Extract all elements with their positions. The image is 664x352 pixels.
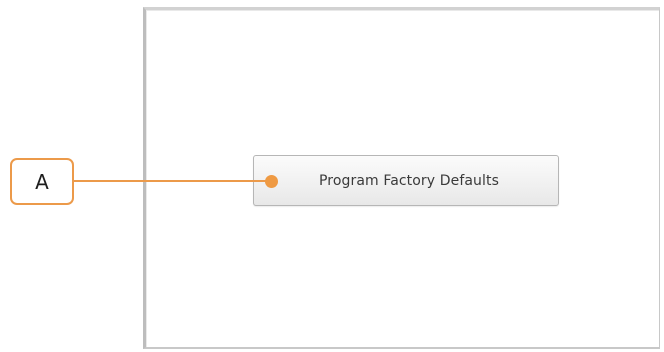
program-factory-defaults-label: Program Factory Defaults	[319, 172, 499, 189]
screenshot-stage: Program Factory Defaults A	[0, 0, 664, 352]
callout-label-box: A	[10, 158, 74, 205]
callout-marker-dot	[265, 175, 278, 188]
program-factory-defaults-button[interactable]: Program Factory Defaults	[253, 155, 559, 206]
callout-leader-line	[74, 180, 273, 182]
callout-letter: A	[35, 169, 49, 194]
